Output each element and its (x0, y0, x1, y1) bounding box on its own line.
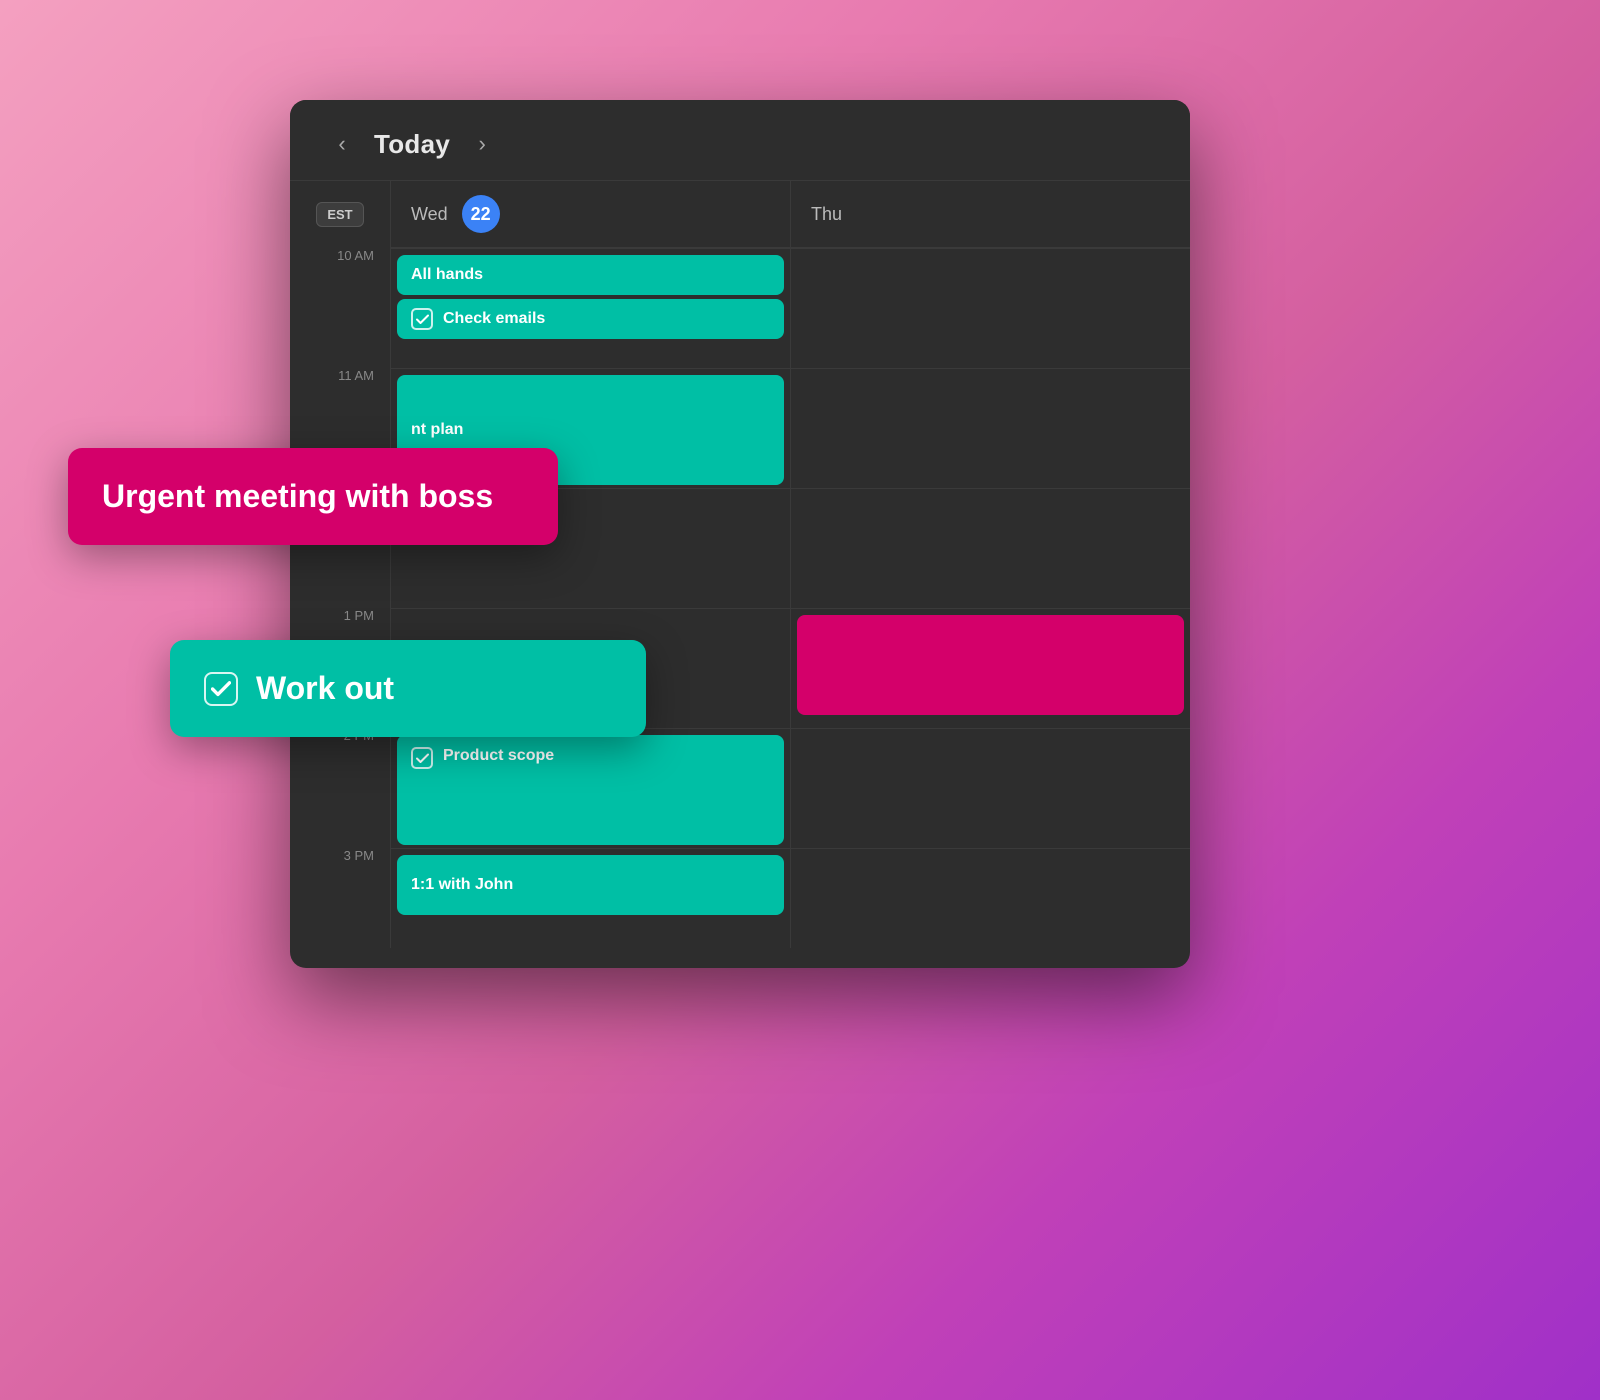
thu-pink-event[interactable] (797, 615, 1184, 715)
workout-card[interactable]: Work out (170, 640, 646, 737)
time-2pm: 2 PM (290, 728, 390, 848)
wed-label: Wed (411, 204, 448, 225)
workout-text: Work out (256, 670, 394, 707)
all-hands-label: All hands (411, 266, 483, 284)
check-emails-label: Check emails (443, 310, 545, 328)
wed-header: Wed 22 (390, 181, 790, 248)
row-3pm: 3 PM 1:1 with John (290, 848, 1190, 968)
time-10am: 10 AM (290, 248, 390, 368)
product-scope-checkbox (411, 747, 433, 769)
product-scope-event[interactable]: Product scope (397, 735, 784, 845)
thu-label: Thu (811, 204, 842, 225)
wed-slot-10am[interactable]: All hands Check emails (390, 248, 790, 368)
row-2pm: 2 PM Product scope (290, 728, 1190, 848)
wed-slot-2pm[interactable]: Product scope (390, 728, 790, 848)
one-on-one-event[interactable]: 1:1 with John (397, 855, 784, 915)
thu-slot-1pm (790, 608, 1190, 728)
product-scope-label: Product scope (443, 747, 554, 765)
timezone-cell: EST (290, 181, 390, 248)
today-label: Today (374, 129, 450, 160)
all-hands-event[interactable]: All hands (397, 255, 784, 295)
row-10am: 10 AM All hands Check emails (290, 248, 1190, 368)
prev-nav-button[interactable]: ‹ (326, 128, 358, 160)
urgent-meeting-text: Urgent meeting with boss (102, 478, 493, 514)
day-headers-row: EST Wed 22 Thu (290, 181, 1190, 248)
check-emails-event[interactable]: Check emails (397, 299, 784, 339)
thu-slot-2pm (790, 728, 1190, 848)
wed-date-badge: 22 (462, 195, 500, 233)
check-emails-checkbox (411, 308, 433, 330)
thu-header: Thu (790, 181, 1190, 248)
thu-slot-10am (790, 248, 1190, 368)
time-3pm: 3 PM (290, 848, 390, 968)
content-plan-label: nt plan (411, 421, 463, 439)
next-nav-button[interactable]: › (466, 128, 498, 160)
thu-slot-3pm (790, 848, 1190, 948)
calendar-header: ‹ Today › (290, 100, 1190, 181)
urgent-meeting-card[interactable]: Urgent meeting with boss (68, 448, 558, 545)
wed-slot-3pm[interactable]: 1:1 with John (390, 848, 790, 948)
one-on-one-label: 1:1 with John (411, 876, 513, 894)
thu-slot-12pm (790, 488, 1190, 608)
thu-slot-11am (790, 368, 1190, 488)
timezone-badge: EST (316, 202, 363, 227)
workout-checkbox-icon (204, 672, 238, 706)
